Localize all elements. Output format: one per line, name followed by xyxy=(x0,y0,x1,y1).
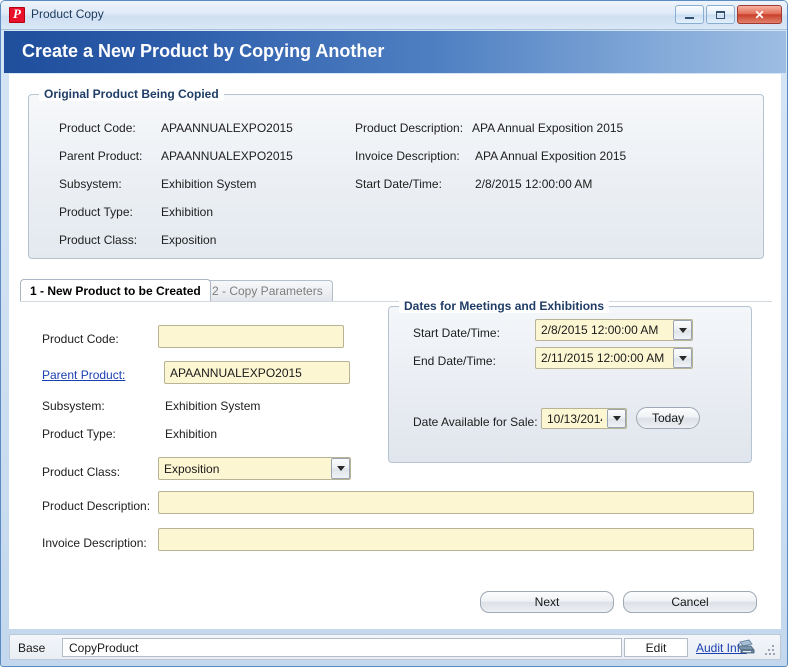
product-copy-window: Product Copy ✕ Create a New Product by C… xyxy=(0,0,788,667)
orig-product-description-label: Product Description: xyxy=(355,121,464,135)
status-bar: Base CopyProduct Edit Audit Info xyxy=(9,634,781,660)
chevron-down-icon xyxy=(678,327,687,333)
chevron-down-icon xyxy=(336,466,345,471)
orig-product-description-value: APA Annual Exposition 2015 xyxy=(472,121,624,135)
start-date-input[interactable] xyxy=(535,319,693,341)
start-date-dropdown-button[interactable] xyxy=(673,320,692,340)
tab-label: 2 - Copy Parameters xyxy=(212,284,323,298)
end-date-label: End Date/Time: xyxy=(413,354,496,368)
parent-product-link[interactable]: Parent Product: xyxy=(42,368,125,382)
minimize-icon xyxy=(676,6,703,23)
dates-group: Dates for Meetings and Exhibitions Start… xyxy=(388,299,752,463)
orig-subsystem-value: Exhibition System xyxy=(161,177,257,191)
window-controls: ✕ xyxy=(675,5,782,24)
product-app-icon xyxy=(9,6,25,23)
invoice-description-label: Invoice Description: xyxy=(42,536,147,550)
original-product-group-title: Original Product Being Copied xyxy=(39,87,224,101)
chevron-down-icon xyxy=(678,355,687,361)
resize-grip-icon[interactable] xyxy=(765,645,776,656)
date-available-for-sale-label: Date Available for Sale: xyxy=(413,415,538,429)
close-button[interactable]: ✕ xyxy=(737,5,782,24)
printer-icon[interactable] xyxy=(736,639,756,656)
product-type-label: Product Type: xyxy=(42,427,116,441)
status-record-field[interactable]: CopyProduct xyxy=(62,638,622,657)
orig-start-date-label: Start Date/Time: xyxy=(355,177,442,191)
start-date-label: Start Date/Time: xyxy=(413,326,500,340)
orig-product-code-label: Product Code: xyxy=(59,121,136,135)
orig-invoice-description-label: Invoice Description: xyxy=(355,149,460,163)
orig-subsystem-label: Subsystem: xyxy=(59,177,122,191)
orig-product-class-label: Product Class: xyxy=(59,233,138,247)
page-banner: Create a New Product by Copying Another xyxy=(4,31,786,73)
maximize-button[interactable] xyxy=(706,5,735,24)
orig-parent-product-value: APAANNUALEXPO2015 xyxy=(161,149,293,163)
product-description-input[interactable] xyxy=(158,491,754,514)
product-type-value: Exhibition xyxy=(165,427,218,441)
status-mode-label: Base xyxy=(18,640,46,655)
product-code-input[interactable] xyxy=(158,325,344,348)
cancel-button-label: Cancel xyxy=(671,595,709,609)
product-description-label: Product Description: xyxy=(42,499,151,513)
dates-group-title: Dates for Meetings and Exhibitions xyxy=(399,299,610,313)
orig-product-type-label: Product Type: xyxy=(59,205,133,219)
product-class-label: Product Class: xyxy=(42,465,121,479)
tab-copy-parameters[interactable]: 2 - Copy Parameters xyxy=(202,280,333,301)
maximize-icon xyxy=(707,6,734,23)
end-date-input[interactable] xyxy=(535,347,693,369)
client-area: Original Product Being Copied Product Co… xyxy=(9,74,781,629)
window-title: Product Copy xyxy=(31,7,104,21)
start-date-combobox[interactable] xyxy=(535,319,693,341)
subsystem-value: Exhibition System xyxy=(165,399,261,413)
cancel-button[interactable]: Cancel xyxy=(623,591,757,613)
page-title: Create a New Product by Copying Another xyxy=(22,41,385,61)
close-icon: ✕ xyxy=(754,7,765,22)
tab-panel-divider xyxy=(20,301,772,302)
next-button[interactable]: Next xyxy=(480,591,614,613)
tab-strip: 1 - New Product to be Created 2 - Copy P… xyxy=(20,279,772,301)
parent-product-input[interactable] xyxy=(164,361,350,384)
date-available-combobox[interactable] xyxy=(541,408,627,429)
end-date-combobox[interactable] xyxy=(535,347,693,369)
status-edit-button[interactable]: Edit xyxy=(624,638,688,657)
orig-product-type-value: Exhibition xyxy=(161,205,214,219)
tab-label: 1 - New Product to be Created xyxy=(30,283,201,298)
tab-new-product-to-be-created[interactable]: 1 - New Product to be Created xyxy=(20,279,211,301)
product-class-input[interactable] xyxy=(158,457,351,480)
orig-product-code-value: APAANNUALEXPO2015 xyxy=(161,121,293,135)
product-class-dropdown-button[interactable] xyxy=(331,458,350,479)
subsystem-label: Subsystem: xyxy=(42,399,105,413)
date-available-dropdown-button[interactable] xyxy=(607,409,626,428)
invoice-description-input[interactable] xyxy=(158,528,754,551)
product-class-combobox[interactable] xyxy=(158,457,351,480)
end-date-dropdown-button[interactable] xyxy=(673,348,692,368)
minimize-button[interactable] xyxy=(675,5,704,24)
today-button[interactable]: Today xyxy=(636,407,700,429)
title-bar: Product Copy ✕ xyxy=(1,1,787,30)
orig-start-date-value: 2/8/2015 12:00:00 AM xyxy=(475,177,593,191)
chevron-down-icon xyxy=(612,416,621,421)
orig-product-class-value: Exposition xyxy=(161,233,217,247)
orig-invoice-description-value: APA Annual Exposition 2015 xyxy=(475,149,627,163)
today-button-label: Today xyxy=(651,411,685,425)
orig-parent-product-label: Parent Product: xyxy=(59,149,143,163)
next-button-label: Next xyxy=(534,595,560,609)
product-code-label: Product Code: xyxy=(42,332,119,346)
original-product-group: Original Product Being Copied Product Co… xyxy=(28,87,764,259)
